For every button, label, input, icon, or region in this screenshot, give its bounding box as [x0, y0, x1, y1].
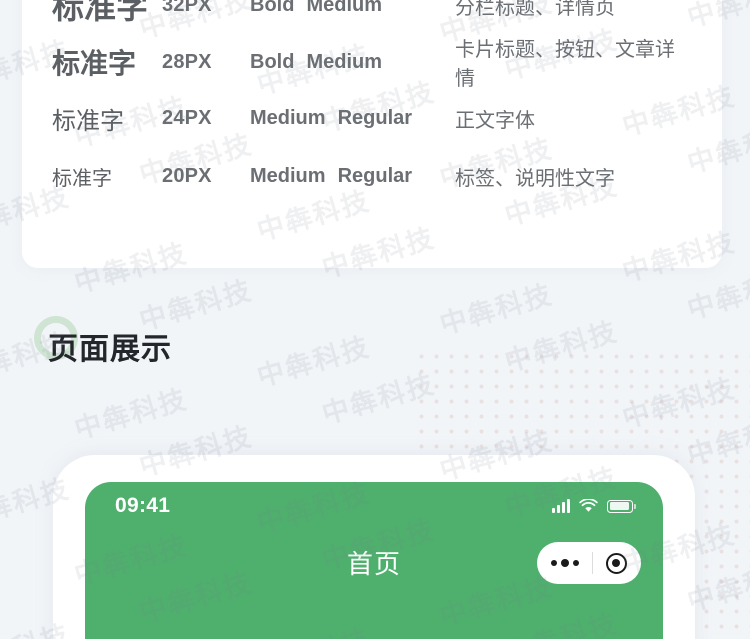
weight-token: Regular [337, 106, 413, 129]
watermark-text: 中犇科技 [619, 372, 739, 434]
weight-token: Bold [250, 0, 295, 16]
target-circle-icon[interactable] [605, 552, 627, 574]
watermark-text: 中犇科技 [318, 368, 439, 430]
weight-token: Medium [250, 164, 326, 187]
more-dots-icon[interactable] [551, 559, 580, 567]
font-size-value: 24PX [162, 106, 212, 129]
font-usage-value: 正文字体 [455, 109, 535, 132]
wifi-icon [579, 498, 598, 513]
font-size-value: 32PX [162, 0, 212, 16]
watermark-text: 中犇科技 [436, 279, 557, 340]
page-title: 页面展示 [48, 333, 172, 366]
font-weight-value: Bold Medium [250, 0, 455, 17]
capsule-divider [591, 552, 593, 574]
miniprogram-capsule[interactable] [537, 542, 641, 584]
font-size-value: 20PX [162, 164, 212, 187]
font-sample: 标准字 [52, 167, 112, 190]
nav-bar: 首页 [85, 530, 663, 596]
status-time: 09:41 [115, 494, 171, 517]
status-icons [552, 498, 636, 513]
battery-icon [607, 499, 636, 513]
watermark-text: 中犇科技 [683, 409, 750, 471]
phone-screen: 09:41 首页 [85, 482, 663, 639]
status-bar: 09:41 [85, 482, 663, 530]
watermark-text: 中犇科技 [501, 316, 622, 378]
font-weight-value: Bold Medium [250, 51, 455, 74]
weight-token: Bold [250, 50, 295, 73]
page-root: 标准字 32PX Bold Medium 分栏标题、详情页 标准字 28PX Bo… [0, 0, 750, 639]
table-row: 标准字 28PX Bold Medium 卡片标题、按钮、文章详情 [52, 34, 692, 90]
weight-token: Medium [306, 50, 382, 73]
font-weight-value: Medium Regular [250, 165, 455, 188]
weight-token: Medium [250, 106, 326, 129]
font-size-value: 28PX [162, 50, 212, 73]
font-usage-value: 标签、说明性文字 [455, 167, 615, 190]
phone-mockup: 09:41 首页 [53, 455, 695, 639]
table-row: 标准字 32PX Bold Medium 分栏标题、详情页 [52, 0, 692, 34]
font-sample: 标准字 [52, 107, 124, 135]
table-row: 标准字 24PX Medium Regular 正文字体 [52, 90, 692, 146]
watermark-text: 中犇科技 [253, 331, 374, 393]
weight-token: Medium [306, 0, 382, 16]
watermark-text: 中犇科技 [71, 383, 191, 445]
weight-token: Regular [337, 164, 413, 187]
table-row: 标准字 20PX Medium Regular 标签、说明性文字 [52, 146, 692, 206]
signal-icon [552, 499, 570, 513]
typography-spec-card: 标准字 32PX Bold Medium 分栏标题、详情页 标准字 28PX Bo… [22, 0, 722, 268]
font-usage-value: 卡片标题、按钮、文章详情 [455, 39, 675, 90]
typography-table: 标准字 32PX Bold Medium 分栏标题、详情页 标准字 28PX Bo… [22, 0, 722, 206]
font-sample: 标准字 [52, 48, 137, 79]
font-weight-value: Medium Regular [250, 107, 455, 130]
font-usage-value: 分栏标题、详情页 [455, 0, 615, 19]
font-sample: 标准字 [52, 0, 149, 25]
